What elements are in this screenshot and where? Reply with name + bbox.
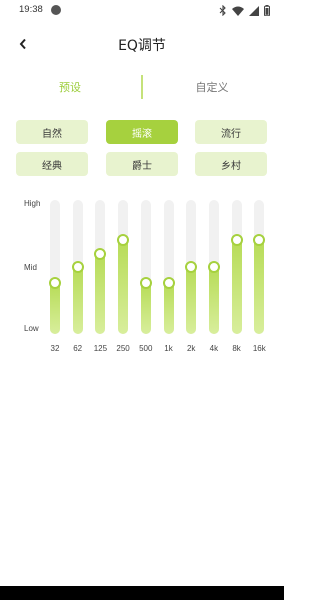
- band-slider-fill: [72, 267, 83, 334]
- signal-icon: [249, 1, 259, 20]
- band-slider-fill: [118, 240, 129, 334]
- status-bar: 19:38: [0, 0, 284, 22]
- band-slider-knob[interactable]: [139, 277, 152, 290]
- tab-bar: 预设 自定义: [0, 75, 284, 101]
- band-frequency-label: 32: [50, 344, 60, 353]
- tab-custom[interactable]: 自定义: [152, 79, 272, 95]
- band-slider-knob[interactable]: [207, 261, 220, 273]
- band-slider-fill: [208, 267, 219, 334]
- band-slider-fill: [140, 283, 151, 334]
- band-frequency-label: 16k: [252, 344, 266, 353]
- band-slider-fill: [95, 253, 106, 334]
- battery-icon: [264, 1, 270, 20]
- preset-button-rock[interactable]: 摇滚: [106, 120, 178, 144]
- preset-button-country[interactable]: 乡村: [195, 152, 267, 176]
- band-slider-fill: [186, 267, 197, 334]
- band-slider-knob[interactable]: [49, 277, 61, 290]
- system-nav-bar: [0, 586, 284, 600]
- band-slider-fill: [231, 240, 242, 334]
- band-slider-knob[interactable]: [162, 277, 175, 290]
- band-frequency-label: 125: [93, 344, 108, 353]
- notification-dot-icon: [51, 5, 61, 15]
- wifi-icon: [232, 1, 244, 20]
- band-slider-fill: [254, 240, 265, 334]
- band-slider-fill: [163, 283, 174, 334]
- preset-button-classical[interactable]: 经典: [16, 152, 88, 176]
- tab-divider: [141, 75, 143, 99]
- band-frequency-label: 250: [116, 344, 130, 353]
- band-frequency-label: 8k: [232, 344, 241, 353]
- band-frequency-label: 2k: [186, 344, 196, 353]
- tab-preset[interactable]: 预设: [10, 79, 130, 95]
- app-header: EQ调节: [0, 28, 284, 62]
- band-slider-fill: [50, 283, 60, 334]
- preset-button-natural[interactable]: 自然: [16, 120, 88, 144]
- status-icons: [219, 4, 270, 16]
- band-frequency-label: 1k: [164, 344, 173, 353]
- band-frequency-label: 4k: [209, 344, 219, 353]
- band-slider-knob[interactable]: [230, 234, 243, 247]
- level-label-low: Low: [24, 324, 39, 333]
- band-slider-knob[interactable]: [94, 247, 107, 260]
- level-label-high: High: [24, 199, 41, 208]
- equalizer-panel: High Mid Low 32 62 125 250 500 1k 2k 4k 8k 16k: [0, 190, 284, 360]
- status-time: 19:38: [19, 4, 43, 15]
- bluetooth-icon: [219, 1, 227, 20]
- preset-button-pop[interactable]: 流行: [195, 120, 267, 144]
- band-slider-knob[interactable]: [71, 261, 84, 273]
- band-frequency-label: 500: [139, 344, 153, 353]
- preset-button-jazz[interactable]: 爵士: [106, 152, 178, 176]
- page-title: EQ调节: [118, 38, 166, 54]
- band-frequency-label: 62: [73, 344, 83, 353]
- level-label-mid: Mid: [24, 263, 37, 272]
